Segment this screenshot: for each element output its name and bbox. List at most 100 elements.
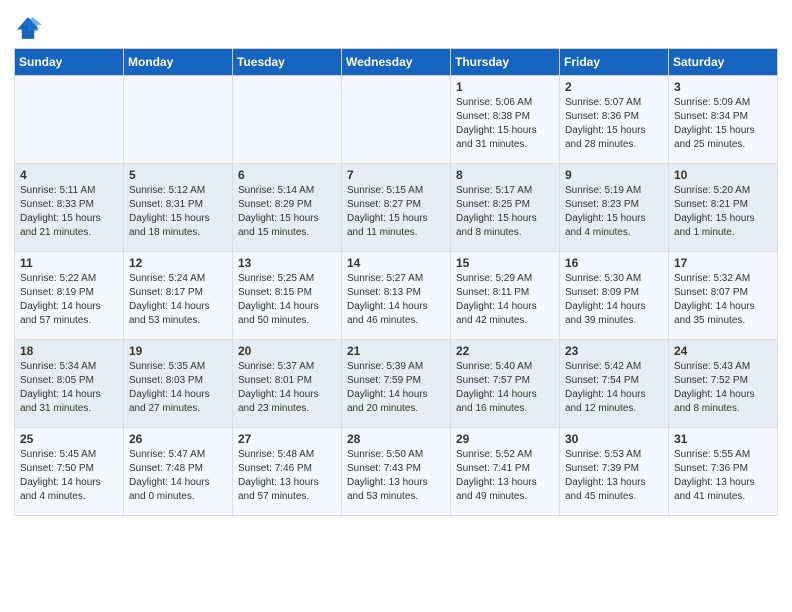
logo[interactable] xyxy=(14,10,46,42)
day-info: Sunrise: 5:55 AM Sunset: 7:36 PM Dayligh… xyxy=(674,448,772,504)
day-cell: 16Sunrise: 5:30 AM Sunset: 8:09 PM Dayli… xyxy=(560,252,669,340)
day-number: 18 xyxy=(20,344,118,358)
day-number: 12 xyxy=(129,256,227,270)
day-info: Sunrise: 5:15 AM Sunset: 8:27 PM Dayligh… xyxy=(347,184,445,240)
day-cell: 23 Sunrise: 5:42 AM Sunset: 7:54 PM Dayli… xyxy=(560,340,669,428)
day-info: Sunrise: 5:22 AM Sunset: 8:19 PM Dayligh… xyxy=(20,272,118,328)
day-cell: 25Sunrise: 5:45 AM Sunset: 7:50 PM Dayli… xyxy=(15,428,124,516)
day-number: 2 xyxy=(565,80,663,94)
logo-icon xyxy=(14,14,42,42)
day-number: 1 xyxy=(456,80,554,94)
day-number: 19 xyxy=(129,344,227,358)
day-cell: 24 Sunrise: 5:43 AM Sunset: 7:52 PM Dayli… xyxy=(669,340,778,428)
day-number: 21 xyxy=(347,344,445,358)
week-row-3: 11 Sunrise: 5:22 AM Sunset: 8:19 PM Dayli… xyxy=(15,252,778,340)
day-cell: 17 Sunrise: 5:32 AM Sunset: 8:07 PM Dayli… xyxy=(669,252,778,340)
day-number: 11 xyxy=(20,256,118,270)
day-number: 5 xyxy=(129,168,227,182)
day-info: Sunrise: 5:32 AM Sunset: 8:07 PM Dayligh… xyxy=(674,272,772,328)
day-info: Sunrise: 5:50 AM Sunset: 7:43 PM Dayligh… xyxy=(347,448,445,504)
calendar-container: SundayMondayTuesdayWednesdayThursdayFrid… xyxy=(0,0,792,530)
week-row-4: 18 Sunrise: 5:34 AM Sunset: 8:05 PM Dayli… xyxy=(15,340,778,428)
day-cell: 4Sunrise: 5:11 AM Sunset: 8:33 PM Daylig… xyxy=(15,164,124,252)
day-number: 31 xyxy=(674,432,772,446)
day-info: Sunrise: 5:20 AM Sunset: 8:21 PM Dayligh… xyxy=(674,184,772,240)
day-number: 17 xyxy=(674,256,772,270)
day-info: Sunrise: 5:34 AM Sunset: 8:05 PM Dayligh… xyxy=(20,360,118,416)
day-number: 13 xyxy=(238,256,336,270)
day-number: 7 xyxy=(347,168,445,182)
day-cell xyxy=(342,76,451,164)
day-cell: 6 Sunrise: 5:14 AM Sunset: 8:29 PM Daylig… xyxy=(233,164,342,252)
day-cell: 30Sunrise: 5:53 AM Sunset: 7:39 PM Dayli… xyxy=(560,428,669,516)
column-header-thursday: Thursday xyxy=(451,49,560,76)
week-row-5: 25Sunrise: 5:45 AM Sunset: 7:50 PM Dayli… xyxy=(15,428,778,516)
day-cell: 11 Sunrise: 5:22 AM Sunset: 8:19 PM Dayli… xyxy=(15,252,124,340)
column-header-tuesday: Tuesday xyxy=(233,49,342,76)
day-info: Sunrise: 5:12 AM Sunset: 8:31 PM Dayligh… xyxy=(129,184,227,240)
day-info: Sunrise: 5:07 AM Sunset: 8:36 PM Dayligh… xyxy=(565,96,663,152)
day-cell: 7 Sunrise: 5:15 AM Sunset: 8:27 PM Daylig… xyxy=(342,164,451,252)
day-cell xyxy=(124,76,233,164)
day-cell: 26 Sunrise: 5:47 AM Sunset: 7:48 PM Dayli… xyxy=(124,428,233,516)
day-number: 28 xyxy=(347,432,445,446)
header xyxy=(14,10,778,42)
day-info: Sunrise: 5:39 AM Sunset: 7:59 PM Dayligh… xyxy=(347,360,445,416)
day-info: Sunrise: 5:09 AM Sunset: 8:34 PM Dayligh… xyxy=(674,96,772,152)
day-info: Sunrise: 5:37 AM Sunset: 8:01 PM Dayligh… xyxy=(238,360,336,416)
day-number: 10 xyxy=(674,168,772,182)
day-cell: 2 Sunrise: 5:07 AM Sunset: 8:36 PM Daylig… xyxy=(560,76,669,164)
day-cell: 28 Sunrise: 5:50 AM Sunset: 7:43 PM Dayli… xyxy=(342,428,451,516)
week-row-1: 1 Sunrise: 5:06 AM Sunset: 8:38 PM Daylig… xyxy=(15,76,778,164)
day-info: Sunrise: 5:35 AM Sunset: 8:03 PM Dayligh… xyxy=(129,360,227,416)
day-cell: 20 Sunrise: 5:37 AM Sunset: 8:01 PM Dayli… xyxy=(233,340,342,428)
day-number: 16 xyxy=(565,256,663,270)
day-info: Sunrise: 5:14 AM Sunset: 8:29 PM Dayligh… xyxy=(238,184,336,240)
day-cell: 1 Sunrise: 5:06 AM Sunset: 8:38 PM Daylig… xyxy=(451,76,560,164)
day-cell: 9Sunrise: 5:19 AM Sunset: 8:23 PM Daylig… xyxy=(560,164,669,252)
day-cell: 10 Sunrise: 5:20 AM Sunset: 8:21 PM Dayli… xyxy=(669,164,778,252)
day-number: 20 xyxy=(238,344,336,358)
day-number: 15 xyxy=(456,256,554,270)
day-info: Sunrise: 5:19 AM Sunset: 8:23 PM Dayligh… xyxy=(565,184,663,240)
day-cell: 3 Sunrise: 5:09 AM Sunset: 8:34 PM Daylig… xyxy=(669,76,778,164)
day-cell xyxy=(233,76,342,164)
day-number: 26 xyxy=(129,432,227,446)
day-info: Sunrise: 5:48 AM Sunset: 7:46 PM Dayligh… xyxy=(238,448,336,504)
day-number: 27 xyxy=(238,432,336,446)
day-cell: 31 Sunrise: 5:55 AM Sunset: 7:36 PM Dayli… xyxy=(669,428,778,516)
day-info: Sunrise: 5:06 AM Sunset: 8:38 PM Dayligh… xyxy=(456,96,554,152)
day-cell xyxy=(15,76,124,164)
day-cell: 22Sunrise: 5:40 AM Sunset: 7:57 PM Dayli… xyxy=(451,340,560,428)
day-info: Sunrise: 5:43 AM Sunset: 7:52 PM Dayligh… xyxy=(674,360,772,416)
day-info: Sunrise: 5:25 AM Sunset: 8:15 PM Dayligh… xyxy=(238,272,336,328)
day-info: Sunrise: 5:53 AM Sunset: 7:39 PM Dayligh… xyxy=(565,448,663,504)
day-cell: 27 Sunrise: 5:48 AM Sunset: 7:46 PM Dayli… xyxy=(233,428,342,516)
calendar-table: SundayMondayTuesdayWednesdayThursdayFrid… xyxy=(14,48,778,516)
week-row-2: 4Sunrise: 5:11 AM Sunset: 8:33 PM Daylig… xyxy=(15,164,778,252)
day-info: Sunrise: 5:17 AM Sunset: 8:25 PM Dayligh… xyxy=(456,184,554,240)
day-info: Sunrise: 5:42 AM Sunset: 7:54 PM Dayligh… xyxy=(565,360,663,416)
column-header-wednesday: Wednesday xyxy=(342,49,451,76)
day-info: Sunrise: 5:24 AM Sunset: 8:17 PM Dayligh… xyxy=(129,272,227,328)
day-number: 23 xyxy=(565,344,663,358)
day-number: 22 xyxy=(456,344,554,358)
day-cell: 13 Sunrise: 5:25 AM Sunset: 8:15 PM Dayli… xyxy=(233,252,342,340)
day-number: 25 xyxy=(20,432,118,446)
day-cell: 15 Sunrise: 5:29 AM Sunset: 8:11 PM Dayli… xyxy=(451,252,560,340)
day-info: Sunrise: 5:47 AM Sunset: 7:48 PM Dayligh… xyxy=(129,448,227,504)
day-number: 6 xyxy=(238,168,336,182)
day-cell: 19 Sunrise: 5:35 AM Sunset: 8:03 PM Dayli… xyxy=(124,340,233,428)
day-cell: 18 Sunrise: 5:34 AM Sunset: 8:05 PM Dayli… xyxy=(15,340,124,428)
day-number: 3 xyxy=(674,80,772,94)
column-header-saturday: Saturday xyxy=(669,49,778,76)
column-header-monday: Monday xyxy=(124,49,233,76)
day-info: Sunrise: 5:27 AM Sunset: 8:13 PM Dayligh… xyxy=(347,272,445,328)
day-cell: 21 Sunrise: 5:39 AM Sunset: 7:59 PM Dayli… xyxy=(342,340,451,428)
day-info: Sunrise: 5:52 AM Sunset: 7:41 PM Dayligh… xyxy=(456,448,554,504)
day-info: Sunrise: 5:29 AM Sunset: 8:11 PM Dayligh… xyxy=(456,272,554,328)
column-header-friday: Friday xyxy=(560,49,669,76)
day-number: 29 xyxy=(456,432,554,446)
day-number: 24 xyxy=(674,344,772,358)
day-cell: 14Sunrise: 5:27 AM Sunset: 8:13 PM Dayli… xyxy=(342,252,451,340)
